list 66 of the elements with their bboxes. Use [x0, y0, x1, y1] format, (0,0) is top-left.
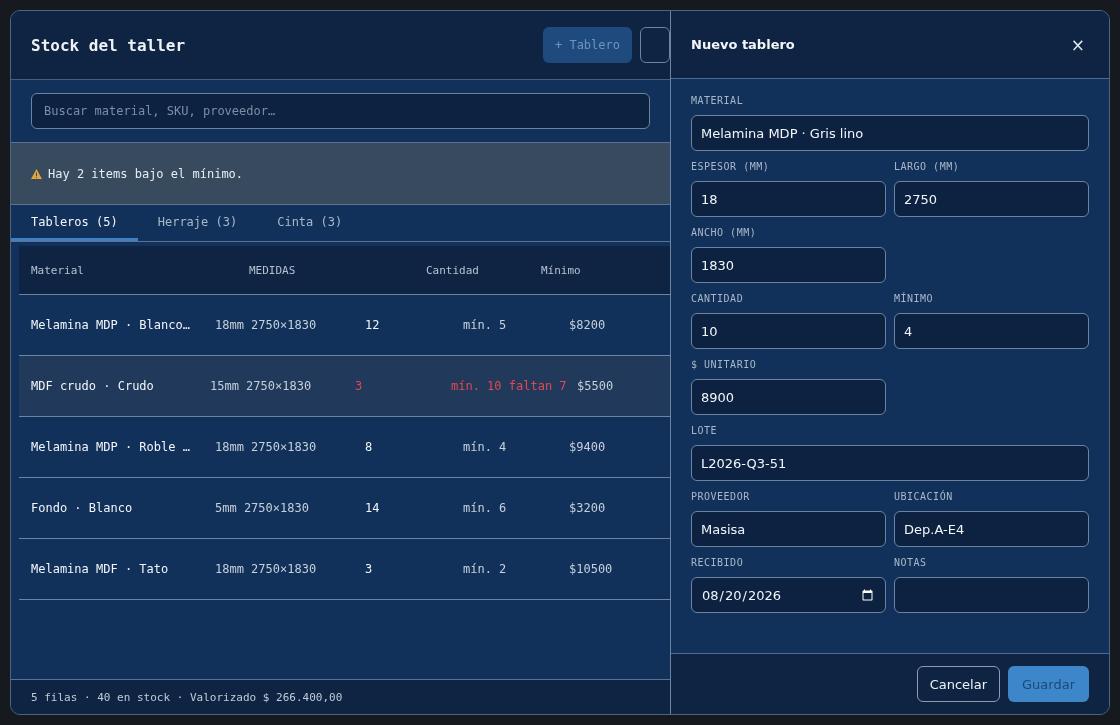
field-label: MATERIAL	[691, 95, 745, 108]
field-label: UBICACIÓN	[894, 491, 954, 504]
field-label: RECIBIDO	[691, 557, 745, 570]
cancel-button[interactable]: Cancelar	[916, 666, 1001, 702]
input-field[interactable]: Melamina MDP · Gris lino	[691, 115, 1089, 151]
column-header: Cantidad	[426, 263, 480, 277]
toolbar-button[interactable]	[640, 27, 670, 63]
column-header: Material	[31, 263, 85, 277]
close-button[interactable]: ×	[1066, 34, 1089, 55]
table-row[interactable]: MDF crudo · Crudo 15mm 2750×1830 3 mín. 10 faltan 7 $5500	[19, 356, 670, 417]
table-cell: 3	[355, 379, 363, 393]
table-cell: $5500	[577, 379, 614, 393]
table-cell: 3	[365, 562, 373, 576]
field-label: LARGO (MM)	[894, 161, 961, 174]
alert-text: Hay 2 items bajo el mínimo.	[48, 166, 244, 181]
footer-summary: 5 filas · 40 en stock · Valorizado $ 266.400,00	[31, 690, 343, 704]
input-field[interactable]: Dep.A-E4	[894, 511, 1089, 547]
table-cell: mín. 6	[463, 501, 507, 515]
table-cell: Melamina MDP · Roble …	[31, 440, 190, 454]
table-cell: 18mm 2750×1830	[215, 440, 317, 454]
category-tab[interactable]: Cinta (3)	[257, 205, 363, 241]
warning-icon	[31, 168, 42, 179]
input-field[interactable]: 8900	[691, 379, 886, 415]
table-cell: mín. 4	[463, 440, 507, 454]
table-cell: 15mm 2750×1830	[210, 379, 312, 393]
date-field[interactable]: 08/20/2026	[691, 577, 886, 613]
table-cell: MDF crudo · Crudo	[31, 379, 154, 393]
field-label: NOTAS	[894, 557, 928, 570]
dialog-title: Stock del taller	[31, 35, 187, 55]
drawer-title: Nuevo tablero	[691, 37, 796, 52]
table-cell: 12	[365, 318, 380, 332]
column-header: Mínimo	[541, 263, 582, 277]
field-label: ESPESOR (MM)	[691, 161, 771, 174]
input-field[interactable]: 18	[691, 181, 886, 217]
field-label: CANTIDAD	[691, 293, 745, 306]
table-cell: mín. 5	[463, 318, 507, 332]
table-cell: Melamina MDF · Tato	[31, 562, 169, 576]
table-cell: $9400	[569, 440, 606, 454]
table-cell: mín. 10 faltan 7	[451, 379, 567, 393]
table-cell: 14	[365, 501, 380, 515]
table-cell: Fondo · Blanco	[31, 501, 133, 515]
field-label: MÍNIMO	[894, 293, 935, 306]
table-cell: 18mm 2750×1830	[215, 562, 317, 576]
input-field[interactable]	[894, 577, 1089, 613]
field-label: PROVEEDOR	[691, 491, 751, 504]
field-label: LOTE	[691, 425, 719, 438]
table-cell: $3200	[569, 501, 606, 515]
table-cell: mín. 2	[463, 562, 507, 576]
input-field[interactable]: 4	[894, 313, 1089, 349]
input-field[interactable]: Masisa	[691, 511, 886, 547]
table-cell: 8	[365, 440, 373, 454]
input-field[interactable]: 1830	[691, 247, 886, 283]
input-field[interactable]: 10	[691, 313, 886, 349]
input-field[interactable]: L2026-Q3-51	[691, 445, 1089, 481]
table-cell: $8200	[569, 318, 606, 332]
table-cell: 18mm 2750×1830	[215, 318, 317, 332]
search-field[interactable]: Buscar material, SKU, proveedor…	[31, 93, 650, 129]
input-field[interactable]: 2750	[894, 181, 1089, 217]
category-tab[interactable]: Herraje (3)	[137, 205, 258, 241]
field-label: ANCHO (MM)	[691, 227, 758, 240]
table-cell: $10500	[569, 562, 613, 576]
table-cell: 5mm 2750×1830	[215, 501, 309, 515]
column-header: MEDIDAS	[249, 263, 297, 277]
table-cell: Melamina MDP · Blanco…	[31, 318, 190, 332]
field-label: $ UNITARIO	[691, 359, 758, 372]
category-tab[interactable]: Tableros (5)	[11, 205, 138, 241]
